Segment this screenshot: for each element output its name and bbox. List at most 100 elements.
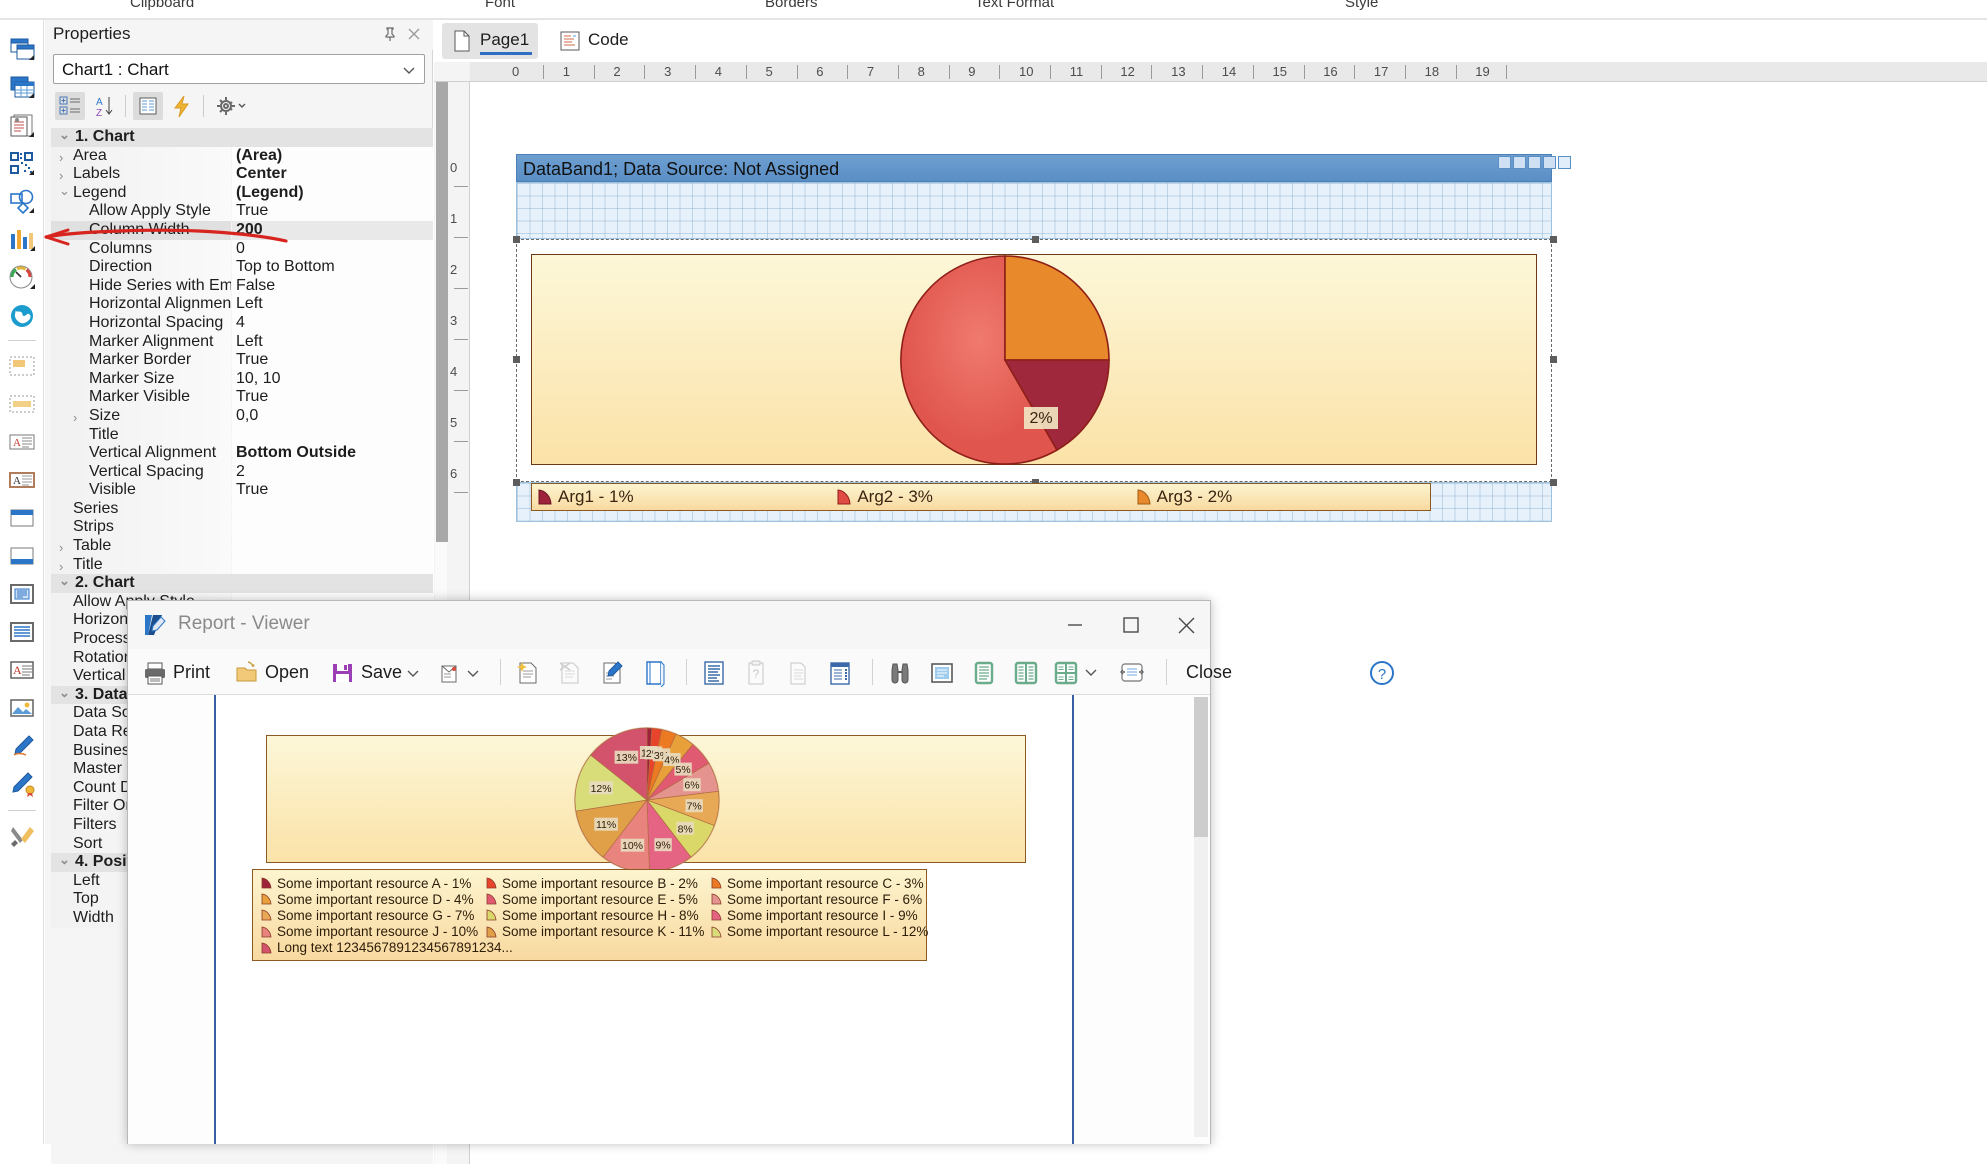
gauge-icon[interactable] (6, 262, 38, 294)
property-value-cell[interactable]: True (232, 481, 433, 500)
resize-handle-br[interactable] (1550, 479, 1557, 486)
properties-button[interactable] (133, 92, 163, 120)
property-value-cell[interactable]: 2 (232, 462, 433, 482)
parameters-button[interactable]: ? (738, 655, 776, 689)
send-email-button[interactable] (434, 655, 488, 689)
rich-text-icon[interactable] (6, 110, 38, 142)
property-value-cell[interactable] (232, 537, 433, 556)
property-row[interactable]: Direction Top to Bottom (51, 258, 433, 277)
property-row[interactable]: Column Width 200 (51, 220, 433, 240)
chevron-right-icon[interactable]: › (59, 558, 63, 575)
resize-handle-tc[interactable] (1032, 236, 1039, 243)
view-two-pages-button[interactable] (1008, 655, 1046, 689)
property-value-cell[interactable]: Center (232, 165, 433, 184)
viewer-report-area[interactable]: 1%2%3%4%5%6%7%8%9%10%11%12%13% Some impo… (128, 695, 1210, 1144)
property-value-cell[interactable] (232, 499, 433, 519)
map-icon[interactable] (6, 300, 38, 332)
property-row[interactable]: › Size 0,0 (51, 406, 433, 426)
property-value-cell[interactable]: 0 (232, 239, 433, 259)
property-value-cell[interactable]: (Legend) (232, 183, 433, 203)
pen-icon[interactable] (6, 730, 38, 762)
property-row[interactable]: › Title (51, 555, 433, 575)
property-row[interactable]: Horizontal Spacing 4 (51, 313, 433, 333)
image-icon[interactable] (6, 692, 38, 724)
band-btn-4[interactable] (1543, 156, 1556, 169)
events-button[interactable] (167, 92, 197, 120)
data-band-icon[interactable] (6, 388, 38, 420)
bookmarks-button[interactable] (696, 655, 734, 689)
minimize-button[interactable] (1046, 601, 1102, 647)
databand-body[interactable] (516, 182, 1552, 239)
property-row[interactable]: Marker Size 10, 10 (51, 369, 433, 389)
edit-page-button[interactable] (594, 655, 632, 689)
property-row[interactable]: Columns 0 (51, 239, 433, 259)
property-row[interactable]: › Table (51, 537, 433, 556)
panel-icon[interactable] (6, 578, 38, 610)
page-setup-button[interactable] (636, 655, 674, 689)
lines-icon[interactable] (6, 616, 38, 648)
chart-icon[interactable] (6, 224, 38, 256)
property-value-cell[interactable]: Top to Bottom (232, 258, 433, 277)
text-band-icon[interactable]: A (6, 464, 38, 496)
chevron-down-icon[interactable]: ⌄ (59, 853, 70, 870)
property-value-cell[interactable]: Bottom Outside (232, 444, 433, 463)
zoom-page-width-button[interactable] (1114, 655, 1152, 689)
shape-icon[interactable] (6, 186, 38, 218)
delete-page-button[interactable] (552, 655, 590, 689)
thumbnails-button[interactable] (822, 655, 860, 689)
property-value-cell[interactable] (232, 425, 433, 445)
object-selector-combobox[interactable]: Chart1 : Chart (53, 54, 425, 84)
band-btn-3[interactable] (1528, 156, 1541, 169)
band-btn-1[interactable] (1498, 156, 1511, 169)
property-value-cell[interactable]: 4 (232, 313, 433, 333)
barcode-icon[interactable] (6, 148, 38, 180)
property-value-cell[interactable] (232, 555, 433, 575)
property-value-cell[interactable]: True (232, 202, 433, 221)
property-value-cell[interactable]: Left (232, 332, 433, 352)
property-row[interactable]: Series (51, 499, 433, 519)
tools-icon[interactable] (6, 820, 38, 852)
help-button[interactable]: ? (1366, 655, 1402, 689)
band-icon[interactable] (6, 350, 38, 382)
close-button[interactable]: Close (1180, 655, 1260, 689)
chevron-down-icon[interactable]: ⌄ (59, 128, 70, 145)
view-multi-pages-button[interactable] (1050, 655, 1106, 689)
databand-header[interactable]: DataBand1; Data Source: Not Assigned (516, 154, 1552, 182)
resize-handle-tr[interactable] (1550, 236, 1557, 243)
view-single-page-button[interactable] (966, 655, 1004, 689)
chevron-down-icon[interactable]: ⌄ (59, 686, 70, 703)
resize-handle-bl[interactable] (513, 479, 520, 486)
alphabetical-button[interactable]: A Z (89, 92, 119, 120)
header-band-icon[interactable] (6, 502, 38, 534)
find-button[interactable] (882, 655, 920, 689)
property-row[interactable]: Vertical Spacing 2 (51, 462, 433, 482)
property-value-cell[interactable]: 10, 10 (232, 369, 433, 389)
close-icon[interactable] (405, 25, 423, 43)
categorized-button[interactable] (55, 92, 85, 120)
property-row[interactable]: › Area (Area) (51, 146, 433, 166)
property-value-cell[interactable]: (Area) (232, 146, 433, 166)
viewer-title-bar[interactable]: Report - Viewer (128, 601, 1210, 649)
chevron-right-icon[interactable]: › (59, 539, 63, 556)
print-button[interactable]: Print (138, 655, 222, 689)
band-btn-2[interactable] (1513, 156, 1526, 169)
resize-handle-tl[interactable] (513, 236, 520, 243)
property-value-cell[interactable]: True (232, 388, 433, 407)
property-category-row[interactable]: ⌄ 1. Chart (51, 128, 433, 147)
property-row[interactable]: Marker Alignment Left (51, 332, 433, 352)
chevron-right-icon[interactable]: › (59, 167, 63, 184)
chevron-down-icon[interactable]: ⌄ (59, 574, 70, 591)
viewer-vertical-scrollbar-thumb[interactable] (1194, 697, 1208, 837)
text-box-icon[interactable]: A (6, 426, 38, 458)
property-row[interactable]: Marker Visible True (51, 388, 433, 407)
property-value-cell[interactable]: 0,0 (232, 406, 433, 426)
property-row[interactable]: Vertical Alignment Bottom Outside (51, 444, 433, 463)
property-row[interactable]: Visible True (51, 481, 433, 500)
close-window-button[interactable] (1158, 601, 1214, 647)
property-value-cell[interactable]: Left (232, 295, 433, 314)
chevron-right-icon[interactable]: › (73, 409, 77, 426)
viewer-vertical-scrollbar[interactable] (1194, 697, 1208, 1137)
property-row[interactable]: Horizontal Alignment Left (51, 295, 433, 314)
tab-page1[interactable]: Page1 (442, 23, 538, 59)
property-row[interactable]: Strips (51, 518, 433, 538)
